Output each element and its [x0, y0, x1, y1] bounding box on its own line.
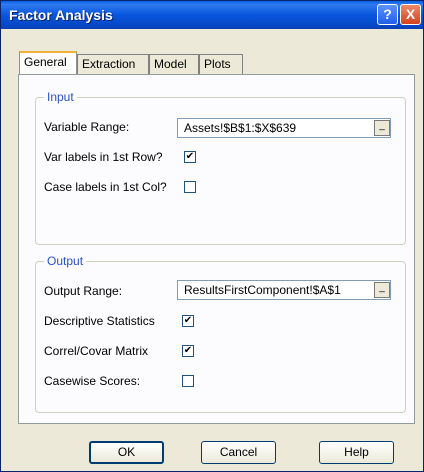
- tab-plots[interactable]: Plots: [199, 54, 243, 74]
- help-icon: ?: [383, 6, 392, 22]
- casewise-scores-checkbox[interactable]: [182, 375, 194, 387]
- help-button[interactable]: Help: [319, 441, 394, 464]
- correl-covar-checkbox[interactable]: ✔: [182, 345, 194, 357]
- tab-model[interactable]: Model: [149, 54, 199, 74]
- var-labels-label: Var labels in 1st Row?: [44, 150, 163, 164]
- var-labels-checkbox[interactable]: ✔: [184, 151, 196, 163]
- descriptive-statistics-checkbox[interactable]: ✔: [182, 315, 194, 327]
- close-button[interactable]: X: [400, 4, 421, 25]
- output-range-input[interactable]: ResultsFirstComponent!$A$1: [177, 280, 391, 300]
- check-mark-icon: ✔: [183, 345, 193, 356]
- correl-covar-label: Correl/Covar Matrix: [44, 344, 149, 358]
- ok-button[interactable]: OK: [89, 441, 164, 464]
- variable-range-input[interactable]: Assets!$B$1:$X$639: [177, 118, 391, 138]
- variable-range-picker-button[interactable]: _: [374, 120, 390, 136]
- factor-analysis-dialog: Factor Analysis ? X General Extraction M…: [0, 0, 424, 472]
- variable-range-label: Variable Range:: [44, 120, 130, 134]
- range-picker-icon: _: [379, 282, 385, 293]
- check-mark-icon: ✔: [183, 315, 193, 326]
- check-mark-icon: ✔: [185, 151, 195, 162]
- output-group: Output Output Range: ResultsFirstCompone…: [35, 254, 406, 413]
- output-range-label: Output Range:: [44, 284, 123, 298]
- close-icon: X: [405, 6, 416, 22]
- help-title-button[interactable]: ?: [377, 4, 398, 25]
- casewise-scores-label: Casewise Scores:: [44, 374, 141, 388]
- input-legend: Input: [44, 90, 77, 104]
- window-title: Factor Analysis: [9, 7, 113, 23]
- tab-extraction[interactable]: Extraction: [77, 54, 149, 74]
- case-labels-label: Case labels in 1st Col?: [44, 180, 167, 194]
- title-bar[interactable]: Factor Analysis ? X: [1, 1, 423, 29]
- cancel-button[interactable]: Cancel: [201, 441, 276, 464]
- tab-panel-general: Input Variable Range: Assets!$B$1:$X$639…: [18, 74, 415, 424]
- range-picker-icon: _: [379, 120, 385, 131]
- tab-general[interactable]: General: [19, 51, 77, 75]
- output-legend: Output: [44, 254, 87, 268]
- output-range-picker-button[interactable]: _: [374, 282, 390, 298]
- case-labels-checkbox[interactable]: [184, 181, 196, 193]
- descriptive-statistics-label: Descriptive Statistics: [44, 314, 155, 328]
- input-group: Input Variable Range: Assets!$B$1:$X$639…: [35, 90, 406, 245]
